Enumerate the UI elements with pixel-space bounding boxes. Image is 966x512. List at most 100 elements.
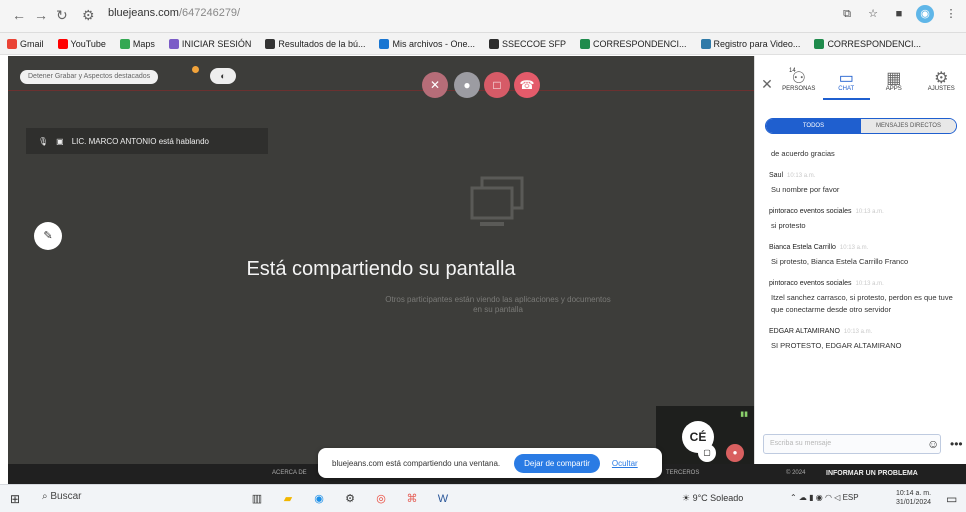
bookmark-item[interactable]: Registro para Video... xyxy=(694,38,808,49)
segment-all[interactable]: TODOS xyxy=(766,119,861,133)
bookmark-icon xyxy=(814,38,825,49)
clock[interactable]: 10:14 a. m. 31/01/2024 xyxy=(896,489,931,507)
share-notice-text: bluejeans.com está compartiendo una vent… xyxy=(332,458,501,468)
bookmark-icon xyxy=(580,38,591,49)
about-link[interactable]: ACERCA DE xyxy=(272,470,307,476)
tab-settings[interactable]: ⚙ AJUSTES xyxy=(918,68,966,100)
emoji-icon[interactable]: ☺ xyxy=(927,437,939,451)
bookmark-item[interactable]: Gmail xyxy=(0,38,51,49)
chat-message: de acuerdo gracias xyxy=(769,148,957,160)
bookmark-item[interactable]: CORRESPONDENCI... xyxy=(807,38,928,49)
message-text: de acuerdo gracias xyxy=(771,149,835,158)
bookmark-label: SSECCOE SFP xyxy=(502,38,567,49)
chat-message: pintoraco eventos sociales 10:13 a.m. si p… xyxy=(769,208,957,232)
system-tray[interactable]: ⌃ ☁ ▮ ◉ ◠ ◁ ESP xyxy=(790,493,859,502)
mic-muted-icon[interactable]: ● xyxy=(726,444,744,462)
tab-people[interactable]: ⚇ PERSONAS xyxy=(775,68,823,100)
record-toggle[interactable]: ◐ xyxy=(210,68,236,84)
bookmark-icon xyxy=(265,38,276,49)
site-info-icon[interactable]: ⚙ xyxy=(82,7,95,24)
bookmark-icon xyxy=(379,38,390,49)
bookmark-icon xyxy=(7,38,17,49)
screen-share-large-icon xyxy=(470,176,524,226)
bookmark-label: Registro para Video... xyxy=(713,38,801,49)
bookmark-item[interactable]: YouTube xyxy=(51,38,113,49)
message-text: Si protesto, Bianca Estela Carrillo Fran… xyxy=(771,257,909,266)
share-notification: bluejeans.com está compartiendo una vent… xyxy=(318,448,662,478)
bookmark-item[interactable]: Mis archivos - One... xyxy=(372,38,482,49)
message-text: Itzel sanchez carrasco, si protesto, per… xyxy=(771,293,953,314)
message-sender: Saul 10:13 a.m. xyxy=(769,172,957,179)
weather-widget[interactable]: ☀ 9°C Soleado xyxy=(682,493,743,504)
chat-message: Bianca Estela Carrillo 10:13 a.m. Si prote… xyxy=(769,244,957,268)
url-path: /647246279/ xyxy=(178,7,241,19)
share-title: Está compartiendo su pantalla xyxy=(246,258,516,280)
share-mini-icon[interactable]: ▢ xyxy=(698,444,716,462)
screen-share-icon[interactable]: □ xyxy=(484,72,510,98)
task-view-icon[interactable]: ▥ xyxy=(248,490,266,508)
bookmark-item[interactable]: CORRESPONDENCI... xyxy=(573,38,694,49)
back-icon[interactable]: ← xyxy=(12,7,26,23)
segment-direct[interactable]: MENSAJES DIRECTOS xyxy=(861,119,956,133)
close-icon[interactable]: ✕ xyxy=(757,76,777,96)
sender-name: pintoraco eventos sociales xyxy=(769,280,852,287)
report-problem-link[interactable]: INFORMAR UN PROBLEMA xyxy=(826,470,918,477)
menu-icon[interactable]: ⋮ xyxy=(942,5,960,23)
chat-message: pintoraco eventos sociales 10:13 a.m. Itze… xyxy=(769,280,957,316)
bookmark-label: CORRESPONDENCI... xyxy=(827,38,921,49)
mic-icon: 🎙 xyxy=(38,136,49,146)
stop-sharing-button[interactable]: Dejar de compartir xyxy=(514,453,600,473)
bookmark-icon xyxy=(700,38,711,49)
bookmark-item[interactable]: INICIAR SESIÓN xyxy=(162,38,259,49)
settings-icon[interactable]: ⚙ xyxy=(341,490,359,508)
bookmark-label: YouTube xyxy=(70,38,106,49)
tab-apps[interactable]: ▦ APPS xyxy=(870,68,918,100)
apps-icon: ▦ xyxy=(886,70,902,87)
edge-icon[interactable]: ◉ xyxy=(310,490,328,508)
address-bar[interactable]: bluejeans.com/647246279/ xyxy=(108,7,240,19)
end-call-icon[interactable]: ☎ xyxy=(514,72,540,98)
file-explorer-icon[interactable]: ▰ xyxy=(279,490,297,508)
message-sender: pintoraco eventos sociales 10:13 a.m. xyxy=(769,280,957,287)
sender-name: EDGAR ALTAMIRANO xyxy=(769,328,840,335)
chat-icon: ▭ xyxy=(838,70,854,87)
message-input[interactable]: Escriba su mensaje xyxy=(763,434,941,454)
browser-toolbar: ← → ↻ ⚙ bluejeans.com/647246279/ ⧉ ☆ ■ ◉… xyxy=(0,0,966,33)
camera-off-icon[interactable]: ✕ xyxy=(422,72,448,98)
pdf-icon[interactable]: ⌘ xyxy=(403,490,421,508)
bookmark-icon xyxy=(119,38,130,49)
word-icon[interactable]: W xyxy=(434,490,452,508)
windows-start-icon[interactable]: ⊞ xyxy=(10,492,20,506)
message-text: Su nombre por favor xyxy=(771,185,840,194)
panel-tabs: ⚇ PERSONAS ▭ CHAT ▦ APPS ⚙ AJUSTES xyxy=(775,68,965,100)
more-icon[interactable]: ••• xyxy=(950,437,963,451)
third-party-link[interactable]: TERCEROS xyxy=(666,470,699,476)
reload-icon[interactable]: ↻ xyxy=(56,7,68,24)
bookmark-label: Maps xyxy=(132,38,155,49)
chat-float-button[interactable]: ✎ xyxy=(34,222,62,250)
hide-link[interactable]: Ocultar xyxy=(612,459,638,468)
taskbar-search[interactable]: ⌕ Buscar xyxy=(42,491,82,502)
star-icon[interactable]: ☆ xyxy=(864,5,882,23)
chrome-icon[interactable]: ◎ xyxy=(372,490,390,508)
tab-chat[interactable]: ▭ CHAT xyxy=(822,68,870,100)
bookmark-icon xyxy=(168,38,179,49)
chat-filter: TODOS MENSAJES DIRECTOS xyxy=(765,118,957,134)
bookmark-label: INICIAR SESIÓN xyxy=(181,38,252,49)
browser-actions: ⧉ ☆ ■ ◉ ⋮ xyxy=(838,5,960,23)
url-host: bluejeans.com xyxy=(108,7,179,19)
mic-icon[interactable]: ● xyxy=(454,72,480,98)
bookmark-item[interactable]: Maps xyxy=(113,38,162,49)
forward-icon[interactable]: → xyxy=(34,7,48,23)
cast-icon[interactable]: ⧉ xyxy=(838,5,856,23)
chat-message: EDGAR ALTAMIRANO 10:13 a.m. SI PROTESTO, E… xyxy=(769,328,957,352)
profile-icon[interactable]: ◉ xyxy=(916,5,934,23)
bookmark-item[interactable]: SSECCOE SFP xyxy=(482,38,573,49)
bookmark-label: CORRESPONDENCI... xyxy=(593,38,687,49)
notification-icon[interactable]: ▭ xyxy=(946,492,957,506)
message-text: si protesto xyxy=(771,221,806,230)
window-icon[interactable]: ■ xyxy=(890,5,908,23)
bookmark-item[interactable]: Resultados de la bú... xyxy=(258,38,372,49)
sender-name: Bianca Estela Carrillo xyxy=(769,244,836,251)
record-button[interactable]: Detener Grabar y Aspectos destacados xyxy=(20,70,159,84)
